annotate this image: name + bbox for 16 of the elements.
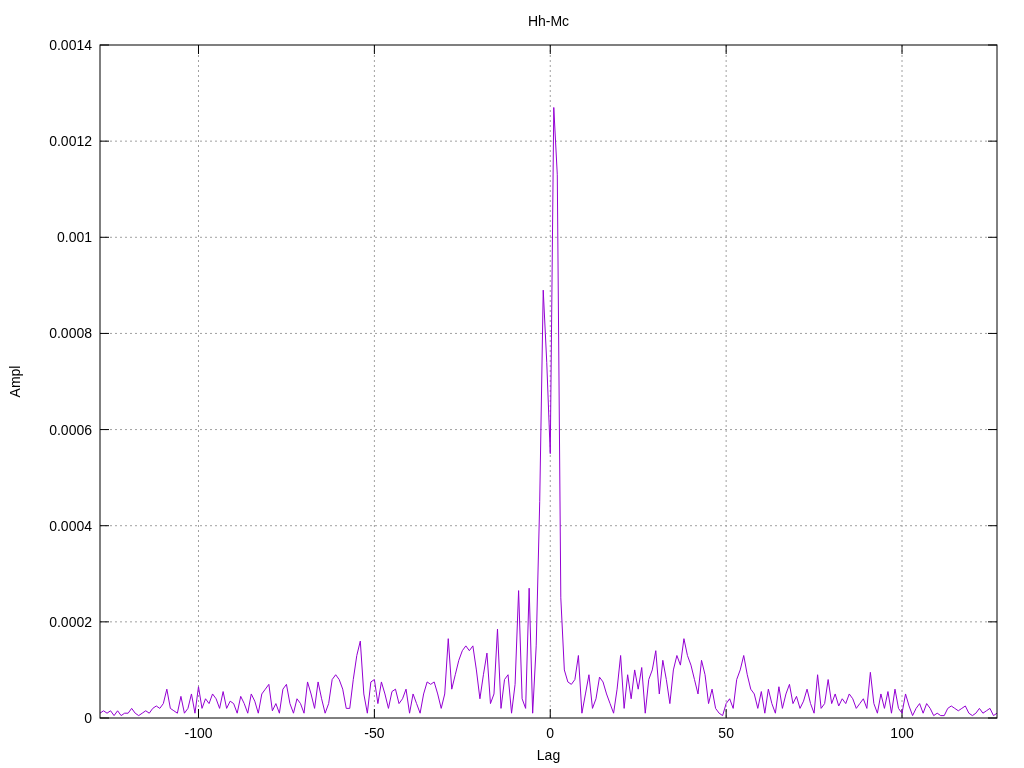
- y-tick-label: 0.0004: [49, 517, 92, 534]
- y-tick-label: 0.0002: [49, 613, 92, 630]
- y-tick-label: 0: [84, 710, 92, 726]
- x-tick-label: 50: [718, 725, 734, 741]
- x-axis-label: Lag: [536, 747, 561, 763]
- y-tick-label: 0.0006: [49, 421, 92, 438]
- y-tick-label: 0.0014: [49, 37, 92, 53]
- x-tick-label: -100: [184, 725, 213, 741]
- chart-title: Hh-Mc: [527, 13, 570, 29]
- y-tick-label: 0.0012: [49, 133, 92, 150]
- y-axis-label: Ampl: [7, 365, 23, 398]
- x-tick-label: 0: [546, 725, 555, 741]
- y-tick-label: 0.001: [56, 229, 92, 246]
- y-tick-label: 0.0008: [49, 325, 92, 342]
- x-tick-label: 100: [890, 725, 914, 741]
- x-tick-label: -50: [364, 725, 385, 741]
